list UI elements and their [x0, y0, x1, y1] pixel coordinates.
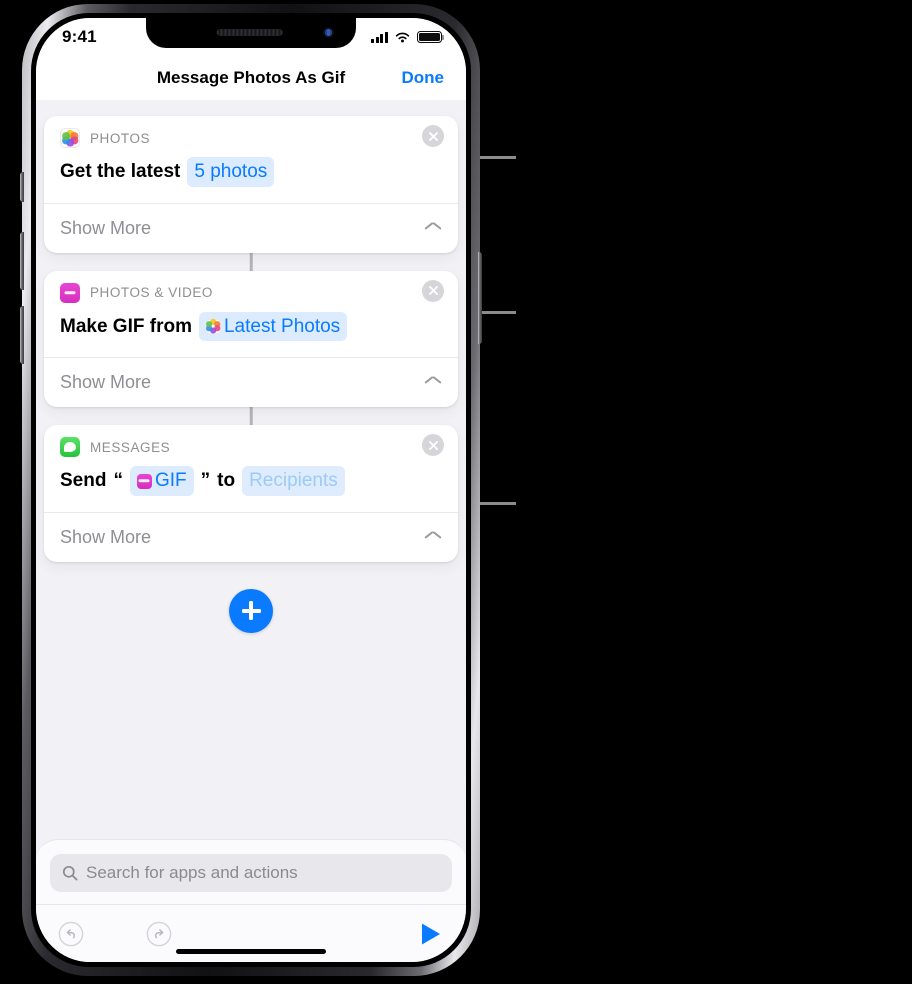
action-card-send-message[interactable]: MESSAGES Send “ GIF ” to Recipients Show…	[44, 425, 458, 562]
search-container: Search for apps and actions	[36, 840, 466, 904]
undo-icon[interactable]	[58, 921, 84, 947]
action-prefix-text: Get the latest	[60, 161, 181, 182]
iphone-device-frame: 9:41 Message Photos As Gif Done PHOTOS G…	[20, 4, 482, 976]
parameter-token-recipients[interactable]: Recipients	[242, 466, 345, 496]
action-header: PHOTOS	[44, 116, 458, 148]
photos-app-icon	[205, 318, 221, 334]
add-action-row	[44, 588, 458, 633]
close-quote: ”	[200, 470, 211, 492]
action-sentence: Get the latest 5 photos	[60, 157, 442, 187]
chevron-up-icon	[425, 224, 440, 233]
search-input[interactable]: Search for apps and actions	[50, 854, 452, 892]
device-screen: 9:41 Message Photos As Gif Done PHOTOS G…	[36, 18, 466, 962]
messages-app-icon	[60, 437, 80, 458]
action-header: PHOTOS & VIDEO	[44, 271, 458, 303]
action-category-label: PHOTOS & VIDEO	[90, 285, 213, 301]
chevron-up-icon	[425, 533, 440, 542]
token-label: Latest Photos	[223, 315, 341, 337]
action-header: MESSAGES	[44, 425, 458, 458]
show-more-label: Show More	[60, 526, 152, 547]
parameter-token-count[interactable]: 5 photos	[187, 157, 275, 187]
action-sentence: Make GIF from Latest Photos	[60, 311, 442, 342]
action-card-make-gif[interactable]: PHOTOS & VIDEO Make GIF from Latest Phot…	[44, 270, 458, 408]
bottom-panel: Search for apps and actions	[36, 839, 466, 962]
front-camera-icon	[323, 27, 334, 38]
redo-icon[interactable]	[146, 921, 172, 947]
action-body: Make GIF from Latest Photos	[44, 303, 458, 358]
mute-switch[interactable]	[20, 172, 24, 202]
show-more-label: Show More	[60, 372, 152, 393]
status-indicators	[371, 31, 445, 44]
parameter-token-latest-photos[interactable]: Latest Photos	[198, 311, 348, 342]
token-label: GIF	[154, 470, 187, 492]
action-category-label: MESSAGES	[90, 439, 171, 455]
show-more-label: Show More	[60, 217, 152, 238]
play-icon[interactable]	[420, 922, 442, 946]
action-mid-text: to	[217, 470, 236, 492]
chevron-up-icon	[425, 378, 440, 387]
action-sentence: Send “ GIF ” to Recipients	[60, 466, 442, 496]
home-indicator[interactable]	[176, 948, 326, 954]
search-placeholder: Search for apps and actions	[86, 863, 298, 882]
status-time: 9:41	[62, 27, 97, 46]
battery-full-icon	[417, 31, 445, 43]
action-connector-line	[249, 407, 253, 426]
device-bezel: 9:41 Message Photos As Gif Done PHOTOS G…	[31, 13, 471, 967]
media-app-icon	[136, 473, 152, 489]
close-circle-icon[interactable]	[422, 434, 444, 457]
action-prefix-text: Send	[60, 470, 107, 492]
cellular-bars-icon	[371, 31, 388, 43]
action-body: Send “ GIF ” to Recipients	[44, 457, 458, 512]
navigation-bar: Message Photos As Gif Done	[36, 56, 466, 100]
search-icon	[62, 865, 78, 881]
action-connector-line	[249, 252, 253, 271]
token-label: Recipients	[249, 470, 338, 492]
media-app-icon	[60, 282, 80, 303]
wifi-icon	[395, 32, 410, 42]
earpiece-speaker-icon	[216, 29, 283, 36]
action-card-wrapper: PHOTOS & VIDEO Make GIF from Latest Phot…	[44, 252, 458, 408]
show-more-row[interactable]: Show More	[44, 357, 458, 407]
action-card-photos[interactable]: PHOTOS Get the latest 5 photos Show More	[44, 116, 458, 253]
close-circle-icon[interactable]	[422, 279, 444, 302]
workflow-action-list: PHOTOS Get the latest 5 photos Show More…	[36, 100, 466, 633]
action-prefix-text: Make GIF from	[60, 315, 192, 337]
close-circle-icon[interactable]	[422, 125, 444, 147]
done-button[interactable]: Done	[402, 68, 445, 88]
volume-up-button[interactable]	[20, 232, 24, 290]
volume-down-button[interactable]	[20, 306, 24, 364]
parameter-token-gif[interactable]: GIF	[129, 466, 194, 496]
notch	[146, 18, 356, 48]
show-more-row[interactable]: Show More	[44, 202, 458, 253]
show-more-row[interactable]: Show More	[44, 511, 458, 562]
open-quote: “	[113, 470, 123, 492]
action-category-label: PHOTOS	[90, 130, 151, 146]
power-button[interactable]	[478, 252, 482, 344]
add-action-button[interactable]	[229, 588, 273, 633]
screenshot-stage: 9:41 Message Photos As Gif Done PHOTOS G…	[0, 0, 912, 984]
token-label: 5 photos	[194, 161, 268, 182]
action-card-wrapper: MESSAGES Send “ GIF ” to Recipients Show…	[44, 407, 458, 562]
action-body: Get the latest 5 photos	[44, 148, 458, 203]
page-title: Message Photos As Gif	[156, 68, 346, 87]
photos-app-icon	[60, 128, 80, 148]
